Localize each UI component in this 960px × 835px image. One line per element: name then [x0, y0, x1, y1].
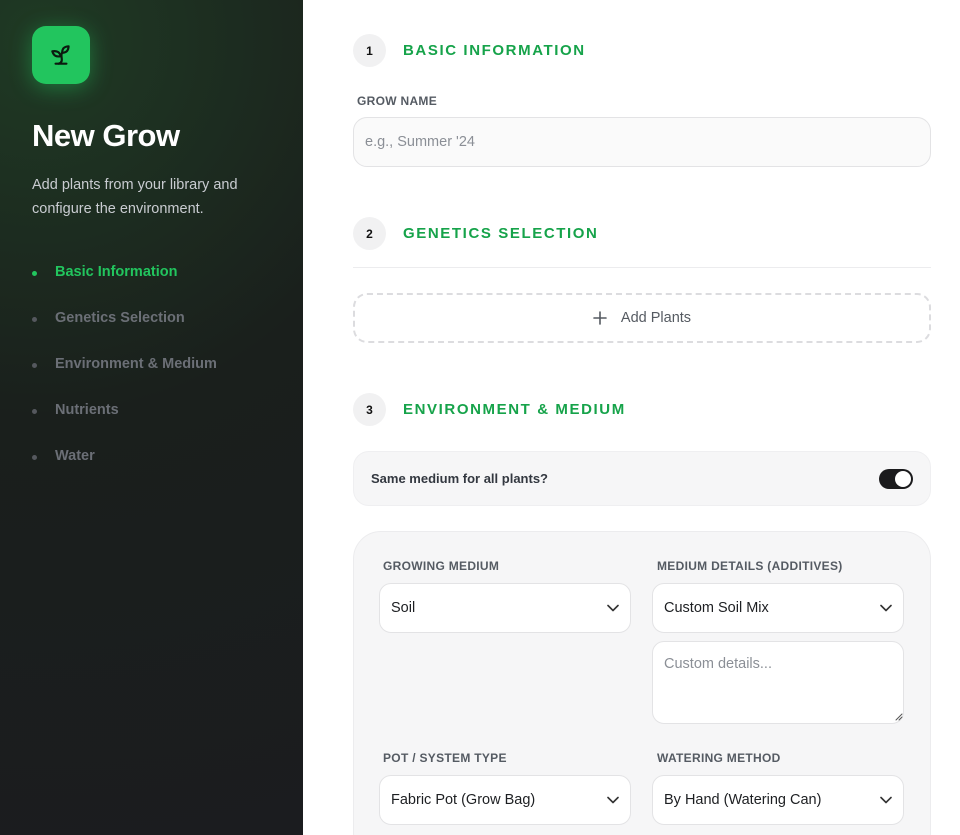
add-plants-button[interactable]: Add Plants	[353, 293, 931, 343]
section-number: 1	[353, 34, 386, 67]
same-medium-toggle[interactable]	[879, 468, 913, 489]
step-dot-icon	[32, 409, 37, 414]
divider	[353, 267, 931, 268]
select-value: Soil	[391, 600, 416, 616]
section-number: 2	[353, 217, 386, 250]
step-label: Water	[55, 448, 95, 464]
resize-grip-icon[interactable]	[895, 713, 903, 721]
section-genetics-header: 2 GENETICS SELECTION	[353, 217, 599, 250]
step-environment-medium[interactable]: Environment & Medium	[32, 354, 217, 400]
chevron-down-icon	[607, 796, 619, 804]
pot-type-label: POT / SYSTEM TYPE	[383, 751, 507, 765]
medium-details-label: MEDIUM DETAILS (ADDITIVES)	[657, 559, 843, 573]
select-value: By Hand (Watering Can)	[664, 792, 822, 808]
step-label: Genetics Selection	[55, 310, 185, 326]
watering-method-select[interactable]: By Hand (Watering Can)	[652, 775, 904, 825]
growing-medium-select[interactable]: Soil	[379, 583, 631, 633]
step-label: Basic Information	[55, 264, 178, 280]
section-title: ENVIRONMENT & MEDIUM	[403, 401, 626, 418]
chevron-down-icon	[607, 604, 619, 612]
step-dot-icon	[32, 271, 37, 276]
same-medium-row: Same medium for all plants?	[353, 451, 931, 506]
watering-method-label: WATERING METHOD	[657, 751, 781, 765]
step-genetics-selection[interactable]: Genetics Selection	[32, 308, 217, 354]
grow-name-label: GROW NAME	[357, 94, 438, 108]
section-basic-header: 1 BASIC INFORMATION	[353, 34, 586, 67]
step-water[interactable]: Water	[32, 446, 217, 492]
logo	[32, 26, 90, 84]
add-plants-label: Add Plants	[620, 310, 692, 326]
step-label: Environment & Medium	[55, 356, 217, 372]
grow-name-input[interactable]	[353, 117, 931, 167]
same-medium-label: Same medium for all plants?	[371, 471, 548, 486]
step-dot-icon	[32, 455, 37, 460]
step-nav: Basic Information Genetics Selection Env…	[32, 262, 217, 492]
step-dot-icon	[32, 363, 37, 368]
plus-icon	[593, 311, 607, 325]
chevron-down-icon	[880, 796, 892, 804]
custom-details-textarea[interactable]	[652, 641, 904, 724]
select-value: Custom Soil Mix	[664, 600, 769, 616]
growing-medium-label: GROWING MEDIUM	[383, 559, 500, 573]
toggle-knob	[895, 470, 911, 487]
step-label: Nutrients	[55, 402, 119, 418]
pot-type-select[interactable]: Fabric Pot (Grow Bag)	[379, 775, 631, 825]
medium-card: GROWING MEDIUM Soil MEDIUM DETAILS (ADDI…	[353, 531, 931, 835]
section-environment-header: 3 ENVIRONMENT & MEDIUM	[353, 393, 626, 426]
chevron-down-icon	[880, 604, 892, 612]
step-dot-icon	[32, 317, 37, 322]
section-title: GENETICS SELECTION	[403, 225, 599, 242]
sidebar: New Grow Add plants from your library an…	[0, 0, 303, 835]
sidebar-title: New Grow	[32, 118, 180, 153]
select-value: Fabric Pot (Grow Bag)	[391, 792, 536, 808]
medium-details-select[interactable]: Custom Soil Mix	[652, 583, 904, 633]
sprout-icon	[51, 45, 70, 65]
step-nutrients[interactable]: Nutrients	[32, 400, 217, 446]
sidebar-description: Add plants from your library and configu…	[32, 177, 238, 217]
step-basic-information[interactable]: Basic Information	[32, 262, 217, 308]
section-title: BASIC INFORMATION	[403, 42, 586, 59]
section-number: 3	[353, 393, 386, 426]
